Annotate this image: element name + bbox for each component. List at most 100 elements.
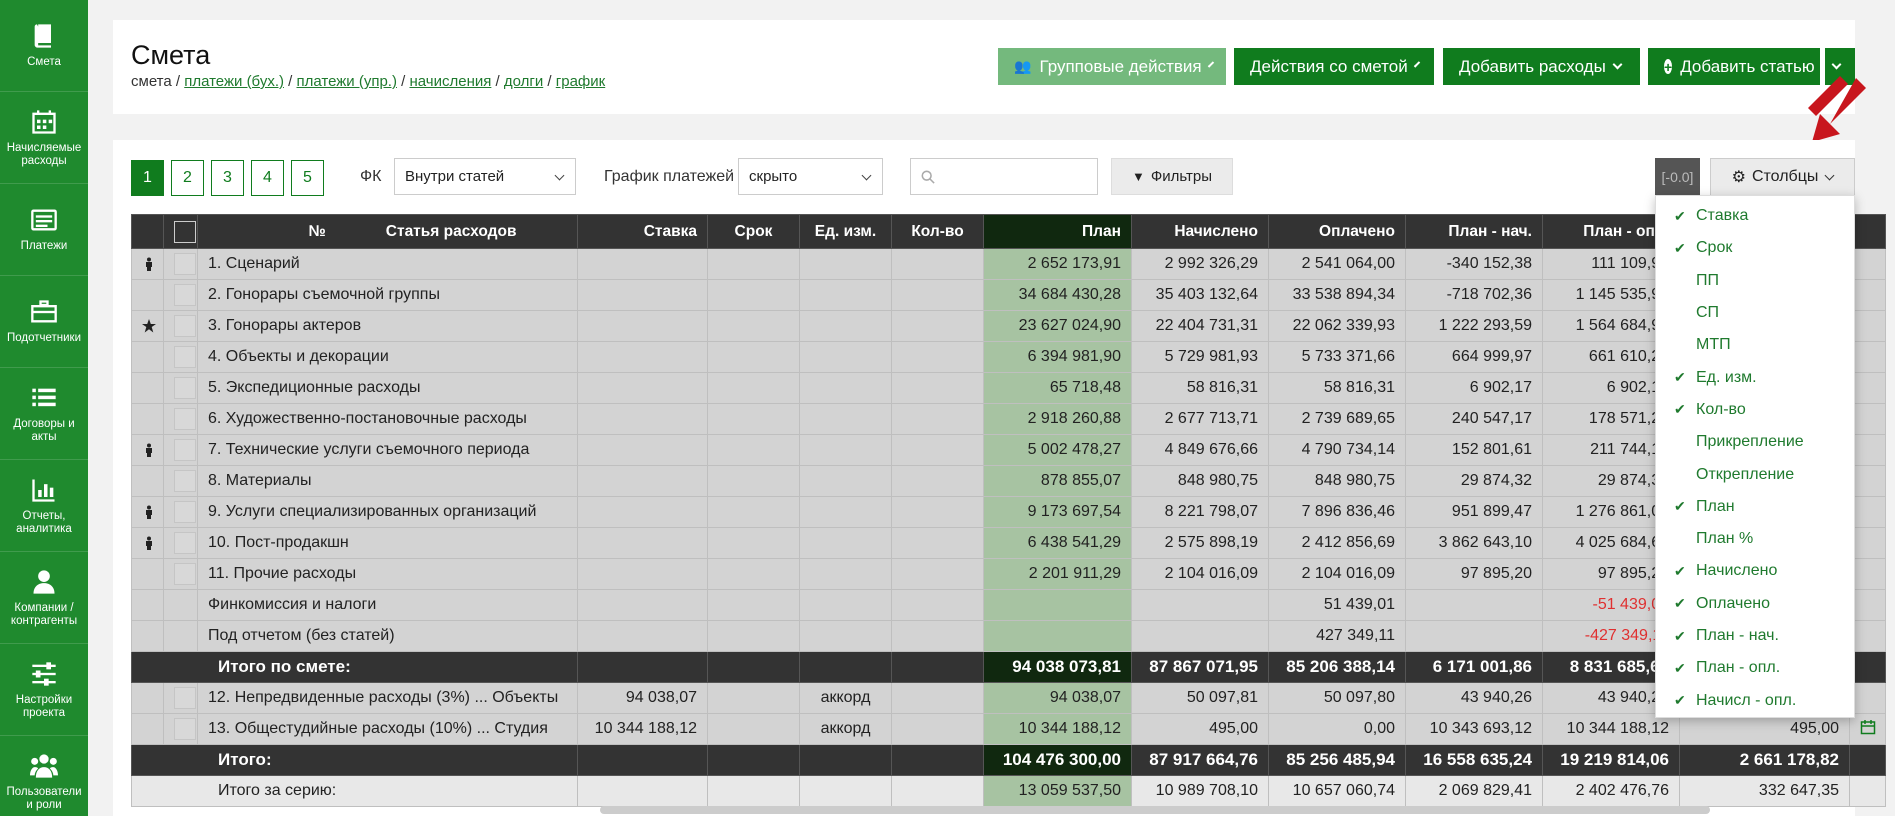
- column-toggle-item[interactable]: ✔ План - опл.: [1656, 652, 1854, 684]
- horizontal-scrollbar[interactable]: [600, 806, 1710, 814]
- table-row[interactable]: 4. Объекты и декорации 6 394 981,90 5 729 …: [131, 341, 1886, 373]
- row-checkbox[interactable]: [174, 408, 196, 430]
- table-row[interactable]: 5. Экспедиционные расходы 65 718,48 58 816…: [131, 372, 1886, 404]
- article-name[interactable]: 2. Гонорары съемочной группы: [197, 279, 578, 311]
- row-checkbox[interactable]: [174, 377, 196, 399]
- header-paid[interactable]: Оплачено: [1268, 214, 1406, 249]
- article-name[interactable]: 11. Прочие расходы: [197, 558, 578, 590]
- select-all-checkbox[interactable]: [174, 220, 196, 243]
- page-button-2[interactable]: 2: [171, 160, 204, 196]
- column-toggle-item[interactable]: ПП: [1656, 265, 1854, 297]
- page-button-5[interactable]: 5: [291, 160, 324, 196]
- group-actions-button[interactable]: 👥 Групповые действия: [998, 48, 1226, 85]
- header-article[interactable]: № Статья расходов: [197, 214, 578, 249]
- row-checkbox[interactable]: [174, 315, 196, 337]
- column-toggle-item[interactable]: СП: [1656, 297, 1854, 329]
- zero-toggle-badge[interactable]: [-0.0]: [1655, 158, 1700, 195]
- sidebar-item-accrued[interactable]: Начисляемые расходы: [0, 92, 88, 184]
- row-icon-cell: [131, 558, 164, 590]
- header-plan-accrued[interactable]: План - нач.: [1405, 214, 1543, 249]
- calendar-icon[interactable]: [1860, 719, 1876, 735]
- table-row[interactable]: 6. Художественно-постановочные расходы 2 …: [131, 403, 1886, 435]
- plan-cell: 5 002 478,27: [983, 434, 1132, 466]
- column-toggle-item[interactable]: ✔ Срок: [1656, 232, 1854, 264]
- table-row[interactable]: 10. Пост-продакшн 6 438 541,29 2 575 898,1…: [131, 527, 1886, 559]
- schedule-select[interactable]: скрыто: [738, 158, 883, 195]
- breadcrumb-payments-mgmt[interactable]: платежи (упр.): [297, 73, 397, 90]
- article-name[interactable]: 4. Объекты и декорации: [197, 341, 578, 373]
- row-checkbox[interactable]: [174, 253, 196, 275]
- breadcrumb-payments-acc[interactable]: платежи (бух.): [184, 73, 284, 90]
- article-name[interactable]: 7. Технические услуги съемочного периода: [197, 434, 578, 466]
- header-qty[interactable]: Кол-во: [891, 214, 984, 249]
- table-row[interactable]: 13. Общестудийные расходы (10%) ... Студ…: [131, 713, 1886, 745]
- table-row[interactable]: 2. Гонорары съемочной группы 34 684 430,2…: [131, 279, 1886, 311]
- column-toggle-item[interactable]: ✔ Начислено: [1656, 555, 1854, 587]
- rate-cell: [577, 310, 708, 342]
- article-name[interactable]: 13. Общестудийные расходы (10%) ... Студ…: [197, 713, 578, 745]
- column-toggle-item[interactable]: ✔ План - нач.: [1656, 620, 1854, 652]
- row-checkbox[interactable]: [174, 284, 196, 306]
- table-row[interactable]: 11. Прочие расходы 2 201 911,29 2 104 016,…: [131, 558, 1886, 590]
- table-row[interactable]: 8. Материалы 878 855,07 848 980,75 848 980,…: [131, 465, 1886, 497]
- add-expenses-button[interactable]: Добавить расходы: [1443, 48, 1640, 85]
- article-name[interactable]: 5. Экспедиционные расходы: [197, 372, 578, 404]
- columns-button[interactable]: ⚙ Столбцы: [1710, 158, 1855, 195]
- table-row[interactable]: 7. Технические услуги съемочного периода…: [131, 434, 1886, 466]
- column-toggle-item[interactable]: ✔ План: [1656, 491, 1854, 523]
- article-name[interactable]: 6. Художественно-постановочные расходы: [197, 403, 578, 435]
- breadcrumb-schedule[interactable]: график: [556, 73, 605, 90]
- row-checkbox[interactable]: [174, 687, 196, 709]
- article-name[interactable]: 3. Гонорары актеров: [197, 310, 578, 342]
- row-checkbox[interactable]: [174, 470, 196, 492]
- sidebar-item-accountables[interactable]: Подотчетники: [0, 276, 88, 368]
- table-row[interactable]: 12. Непредвиденные расходы (3%) ... Объе…: [131, 682, 1886, 714]
- sidebar-item-settings[interactable]: Настройки проекта: [0, 644, 88, 736]
- article-name[interactable]: 9. Услуги специализированных организаций: [197, 496, 578, 528]
- page-button-1[interactable]: 1: [131, 160, 164, 196]
- column-toggle-item[interactable]: ✔ Начисл - опл.: [1656, 684, 1854, 716]
- sidebar-item-payments[interactable]: Платежи: [0, 184, 88, 276]
- column-toggle-item[interactable]: ✔ Ед. изм.: [1656, 361, 1854, 393]
- sidebar-item-companies[interactable]: Компании / контрагенты: [0, 552, 88, 644]
- column-toggle-item[interactable]: ✔ Кол-во: [1656, 394, 1854, 426]
- column-toggle-item[interactable]: Открепление: [1656, 458, 1854, 490]
- table-row[interactable]: 1. Сценарий 2 652 173,91 2 992 326,29 2 541…: [131, 248, 1886, 280]
- row-checkbox[interactable]: [174, 439, 196, 461]
- article-name[interactable]: 10. Пост-продакшн: [197, 527, 578, 559]
- header-term[interactable]: Срок: [707, 214, 800, 249]
- column-toggle-item[interactable]: МТП: [1656, 329, 1854, 361]
- sidebar-item-estimate[interactable]: Смета: [0, 0, 88, 92]
- column-toggle-item[interactable]: ✔ Ставка: [1656, 200, 1854, 232]
- breadcrumb-accruals[interactable]: начисления: [409, 73, 491, 90]
- estimate-actions-button[interactable]: Действия со сметой: [1234, 48, 1434, 85]
- column-toggle-item[interactable]: ✔ Оплачено: [1656, 588, 1854, 620]
- article-name[interactable]: 8. Материалы: [197, 465, 578, 497]
- row-checkbox[interactable]: [174, 501, 196, 523]
- table-row[interactable]: 3. Гонорары актеров 23 627 024,90 22 404 7…: [131, 310, 1886, 342]
- column-toggle-item[interactable]: Прикрепление: [1656, 426, 1854, 458]
- table-row[interactable]: 9. Услуги специализированных организаций…: [131, 496, 1886, 528]
- breadcrumb-debts[interactable]: долги: [504, 73, 543, 90]
- sidebar-item-reports[interactable]: Отчеты, аналитика: [0, 460, 88, 552]
- search-input[interactable]: [910, 158, 1098, 195]
- unit-cell: [799, 341, 892, 373]
- sidebar-item-users[interactable]: Пользователи и роли: [0, 736, 88, 816]
- row-checkbox[interactable]: [174, 532, 196, 554]
- filters-button[interactable]: ▼ Фильтры: [1111, 158, 1234, 195]
- page-button-4[interactable]: 4: [251, 160, 284, 196]
- row-checkbox[interactable]: [174, 563, 196, 585]
- term-cell: [707, 713, 800, 745]
- fk-select[interactable]: Внутри статей: [394, 158, 576, 195]
- article-name[interactable]: 1. Сценарий: [197, 248, 578, 280]
- header-plan[interactable]: План: [983, 214, 1132, 249]
- article-name[interactable]: 12. Непредвиденные расходы (3%) ... Объе…: [197, 682, 578, 714]
- header-unit[interactable]: Ед. изм.: [799, 214, 892, 249]
- page-button-3[interactable]: 3: [211, 160, 244, 196]
- header-accrued[interactable]: Начислено: [1131, 214, 1269, 249]
- row-checkbox[interactable]: [174, 718, 196, 740]
- row-checkbox[interactable]: [174, 346, 196, 368]
- sidebar-item-contracts[interactable]: Договоры и акты: [0, 368, 88, 460]
- header-rate[interactable]: Ставка: [577, 214, 708, 249]
- column-toggle-item[interactable]: План %: [1656, 523, 1854, 555]
